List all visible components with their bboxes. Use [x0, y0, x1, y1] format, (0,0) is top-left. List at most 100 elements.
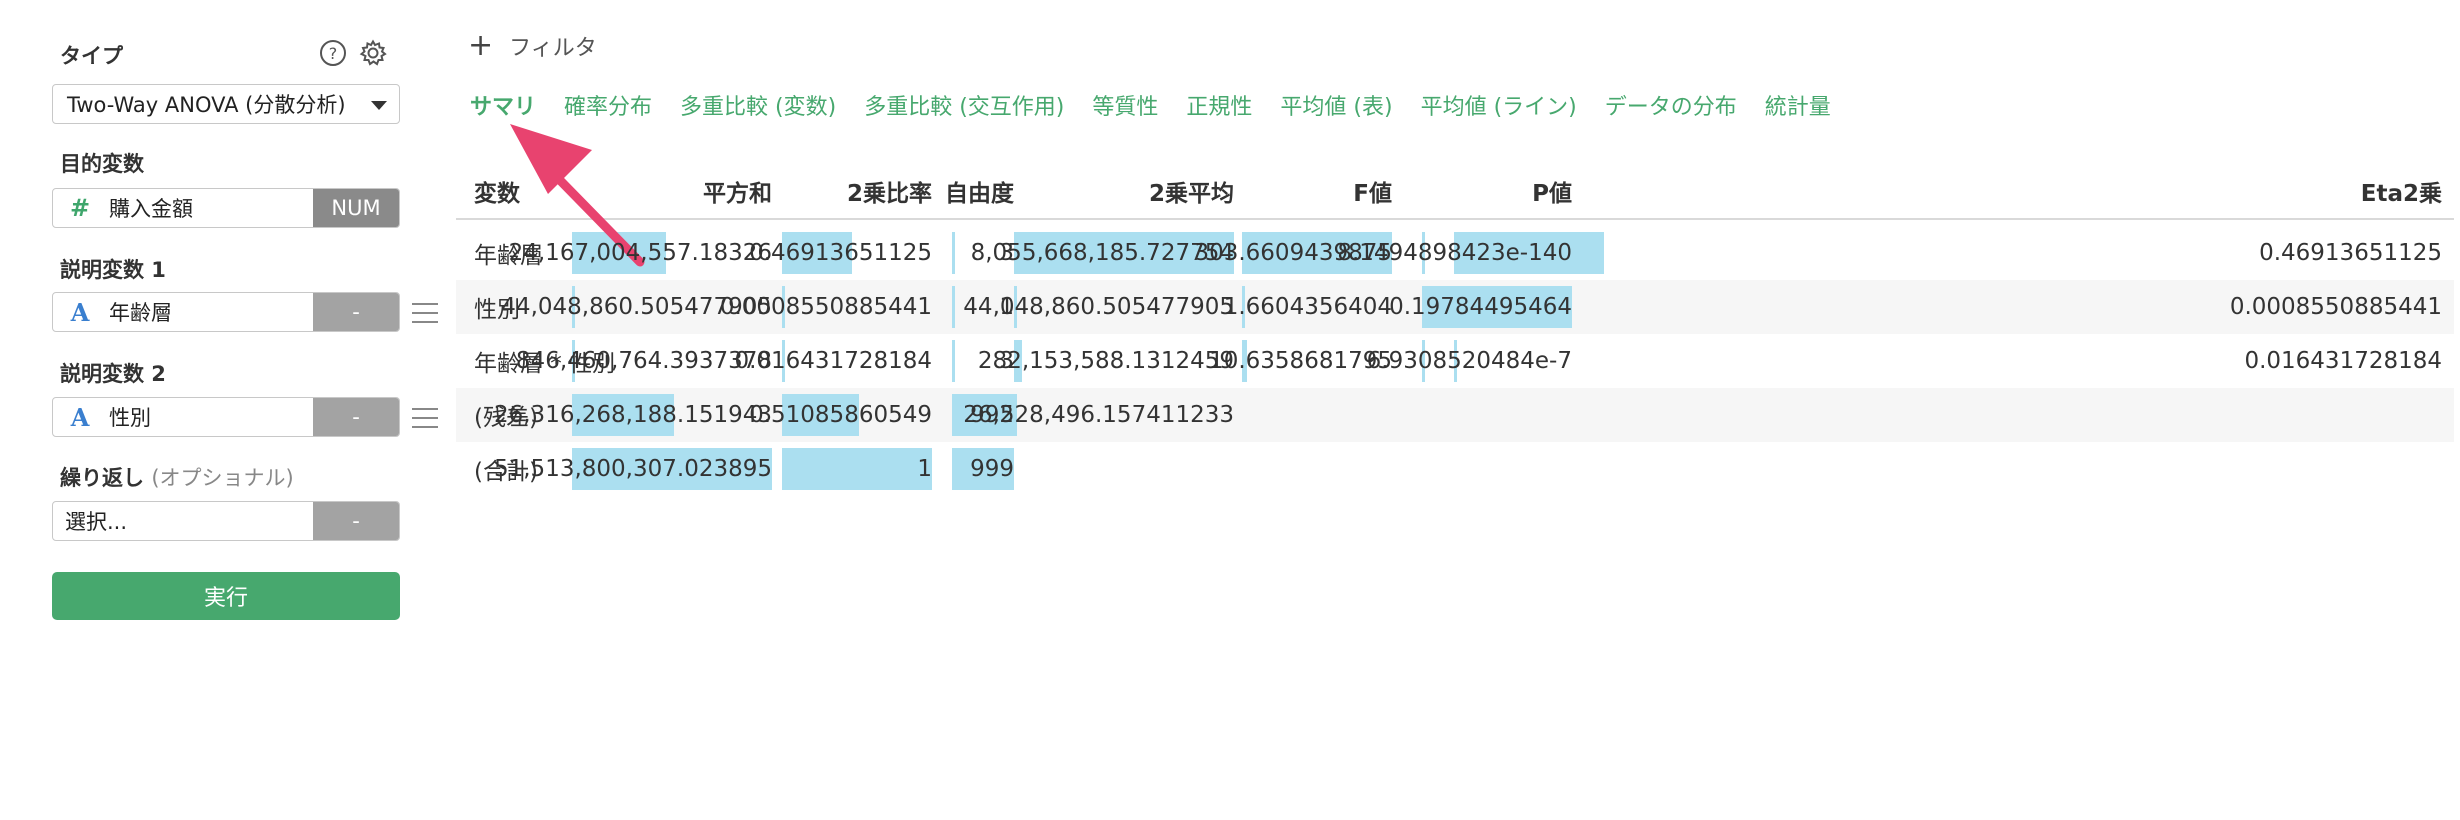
repeat-type-tag[interactable]: -	[313, 502, 399, 540]
repeat-label-text: 繰り返し	[60, 466, 144, 490]
tab-5[interactable]: 等質性	[1078, 88, 1172, 132]
cell-value: 8.1494898423e-140	[1337, 240, 1572, 266]
cell-value: 282,153,588.1312459	[977, 348, 1234, 374]
column-header: 変数	[456, 164, 566, 218]
anova-summary-table: 変数 平方和 2乗比率 自由度 2乗平均 F値 P値 Eta2乗 年齢層 24,167,004,5…	[456, 164, 2454, 496]
table-cell: 0.0008550885441	[1454, 280, 2454, 334]
cell-value: 0.016431728184	[2244, 348, 2442, 374]
column-header-label: Eta2乗	[2360, 181, 2442, 207]
plus-icon: +	[468, 28, 494, 63]
table-cell: 0.46913651125	[1454, 226, 2454, 280]
table-cell	[1584, 442, 2454, 496]
column-header-label: 2乗比率	[846, 181, 932, 207]
cell-value: 1.6604356404	[1223, 294, 1392, 320]
explanatory-1-type-tag[interactable]: -	[313, 293, 399, 331]
explanatory-2-menu-icon[interactable]	[412, 408, 438, 430]
cell-value: 0.0008550885441	[2229, 294, 2442, 320]
explanatory-1-label: 説明変数 1	[60, 258, 166, 282]
target-variable-value: 購入金額	[109, 197, 193, 221]
target-variable-label: 目的変数	[60, 152, 144, 176]
table-row: (残差) 26,316,268,188.151943 0.51085860549 99…	[456, 388, 2454, 442]
table-cell: 0.51085860549	[749, 388, 944, 442]
cell-value: 26,528,496.157411233	[963, 402, 1234, 428]
column-header-label: P値	[1532, 181, 1572, 207]
tab-4[interactable]: 多重比較 (交互作用)	[850, 88, 1078, 132]
tab-3[interactable]: 多重比較 (変数)	[666, 88, 850, 132]
table-cell: 1	[782, 442, 944, 496]
table-cell: 999	[944, 442, 1026, 496]
analysis-tabs: サマリ 確率分布 多重比較 (変数) 多重比較 (交互作用) 等質性 正規性 平均値 (表)…	[456, 88, 1845, 132]
table-header-row: 変数 平方和 2乗比率 自由度 2乗平均 F値 P値 Eta2乗	[456, 164, 2454, 220]
table-cell: 51,513,800,307.023895	[494, 442, 784, 496]
column-header-label: 2乗平均	[1148, 181, 1234, 207]
target-variable-select[interactable]: # 購入金額	[53, 189, 313, 227]
column-header: Eta2乗	[1584, 164, 2454, 218]
table-cell: 0.0008550885441	[720, 280, 944, 334]
column-header: 自由度	[944, 164, 1026, 218]
value-bar	[952, 232, 955, 274]
type-label: タイプ	[60, 44, 123, 68]
gear-icon[interactable]	[358, 38, 388, 68]
cell-value: 44,048,860.505477905	[963, 294, 1234, 320]
explanatory-1-select[interactable]: A 年齢層	[53, 293, 313, 331]
repeat-label: 繰り返し (オプショナル)	[60, 462, 294, 492]
column-header-label: 変数	[474, 181, 520, 207]
column-header-label: 自由度	[945, 181, 1014, 207]
target-type-tag[interactable]: NUM	[313, 189, 399, 227]
column-header: P値	[1404, 164, 1584, 218]
filter-label: フィルタ	[509, 36, 597, 61]
tab-7[interactable]: 平均値 (表)	[1266, 88, 1406, 132]
table-cell: 44,048,860.505477905	[963, 280, 1246, 334]
explanatory-2-field: A 性別 -	[52, 397, 400, 437]
repeat-optional-text: (オプショナル)	[151, 466, 294, 490]
tab-1[interactable]: サマリ	[456, 88, 550, 132]
table-cell: 0.016431728184	[734, 334, 944, 388]
tab-6[interactable]: 正規性	[1172, 88, 1266, 132]
cell-value: 10.6358681795	[1209, 348, 1392, 374]
run-button[interactable]: 実行	[52, 572, 400, 620]
table-cell	[1246, 388, 1404, 442]
tab-2[interactable]: 確率分布	[550, 88, 666, 132]
cell-value: 26,316,268,188.151943	[493, 402, 772, 428]
tab-10[interactable]: 統計量	[1751, 88, 1845, 132]
value-bar	[782, 448, 932, 490]
numeric-type-icon: #	[69, 194, 91, 222]
table-row: 年齢層 24,167,004,557.18326 0.46913651125 3 8,0…	[456, 226, 2454, 280]
help-icon[interactable]: ?	[318, 38, 348, 68]
table-cell: 0.016431728184	[1454, 334, 2454, 388]
tab-9[interactable]: データの分布	[1591, 88, 1751, 132]
column-header-label: F値	[1353, 181, 1392, 207]
text-type-icon: A	[70, 297, 90, 327]
cell-value: 0.46913651125	[2259, 240, 2442, 266]
target-variable-field: # 購入金額 NUM	[52, 188, 400, 228]
type-select[interactable]: Two-Way ANOVA (分散分析)	[52, 84, 400, 124]
table-row: (合計) 51,513,800,307.023895 1 999	[456, 442, 2454, 496]
cell-value: 24,167,004,557.18326	[508, 240, 772, 266]
tab-8[interactable]: 平均値 (ライン)	[1407, 88, 1591, 132]
text-type-icon: A	[70, 402, 90, 432]
value-bar	[952, 286, 955, 328]
repeat-field: 選択... -	[52, 501, 400, 541]
chevron-down-icon	[371, 101, 387, 110]
explanatory-2-type-tag[interactable]: -	[313, 398, 399, 436]
table-cell	[1404, 388, 1584, 442]
explanatory-1-value: 年齢層	[109, 301, 172, 325]
add-filter-button[interactable]: + フィルタ	[468, 30, 597, 62]
table-cell: 6.9308520484e-7	[1367, 334, 1584, 388]
explanatory-2-select[interactable]: A 性別	[53, 398, 313, 436]
table-row: 年齢層 * 性別 846,460,764.3937378 0.01643172818…	[456, 334, 2454, 388]
cell-value: 0.016431728184	[734, 348, 932, 374]
column-header: F値	[1246, 164, 1404, 218]
explanatory-2-value: 性別	[109, 406, 151, 430]
explanatory-1-field: A 年齢層 -	[52, 292, 400, 332]
explanatory-1-menu-icon[interactable]	[412, 303, 438, 325]
table-cell	[1026, 442, 1246, 496]
table-cell	[1404, 442, 1584, 496]
table-cell: 0.46913651125	[749, 226, 944, 280]
repeat-select[interactable]: 選択...	[53, 502, 313, 540]
repeat-value: 選択...	[65, 510, 128, 534]
cell-value: 0.51085860549	[749, 402, 932, 428]
cell-value: 999	[970, 456, 1014, 482]
table-cell: 0.19784495464	[1389, 280, 1584, 334]
table-cell: 26,528,496.157411233	[963, 388, 1246, 442]
